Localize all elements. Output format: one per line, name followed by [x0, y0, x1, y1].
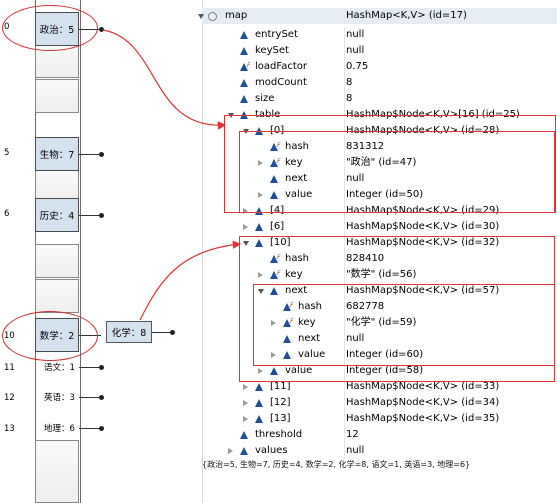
arrow-slot10-to-node	[139, 240, 242, 321]
arrows-overlay	[102, 29, 242, 321]
arrow-slot0-to-table	[102, 29, 227, 130]
